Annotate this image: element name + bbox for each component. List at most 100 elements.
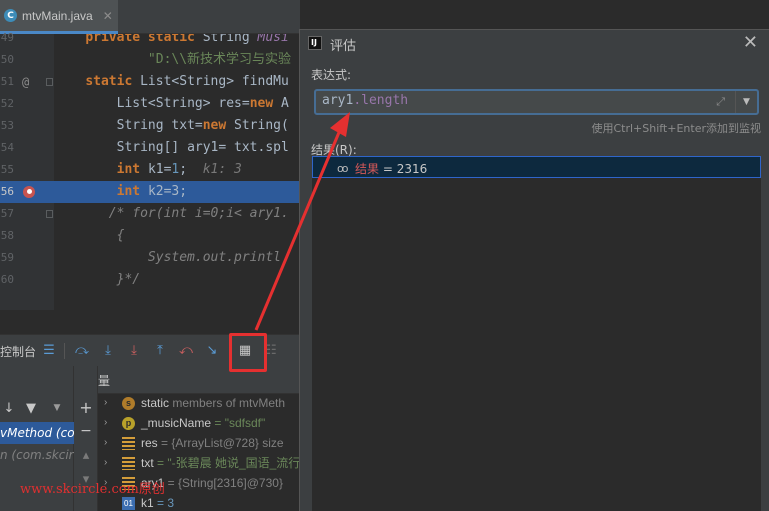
- fold-marker-icon[interactable]: [46, 78, 53, 86]
- line-number[interactable]: 57: [0, 203, 54, 225]
- code-line[interactable]: String txt=new String(: [54, 115, 300, 137]
- code-token: k1: 3: [202, 162, 242, 177]
- code-token: {: [116, 228, 125, 243]
- line-number-text: 54: [0, 141, 14, 154]
- code-line[interactable]: /* for(int i=0;i< ary1.: [54, 203, 300, 225]
- code-line[interactable]: int k1=1; k1: 3: [54, 159, 300, 181]
- chevron-down-icon[interactable]: ▼: [48, 399, 66, 417]
- code-line[interactable]: "D:\\新技术学习与实验: [54, 49, 300, 71]
- code-token: A: [281, 96, 289, 111]
- code-line[interactable]: List<String> res=new A: [54, 93, 300, 115]
- expand-chevron-icon[interactable]: ›: [104, 453, 107, 473]
- variable-name: txt: [141, 456, 154, 470]
- history-dropdown-button[interactable]: ▼: [735, 91, 757, 113]
- code-editor[interactable]: }*/ System.out.printl { /* for(int i=0;i…: [54, 34, 300, 310]
- run-to-cursor-icon[interactable]: ↘: [203, 341, 221, 359]
- line-number[interactable]: 52: [0, 93, 54, 115]
- line-number-text: 59: [0, 251, 14, 264]
- variable-value: = "-张碧晨 她说_国语_流行: [153, 456, 300, 470]
- step-out-icon[interactable]: ⤒: [151, 341, 169, 359]
- force-step-into-icon[interactable]: ⤓: [125, 341, 143, 359]
- line-number-text: 56: [0, 185, 14, 198]
- line-number-text: 60: [0, 273, 14, 286]
- result-tree: oo 结果 = 2316: [312, 156, 761, 511]
- show-execution-point-icon[interactable]: ☰: [40, 341, 58, 359]
- tab-close-icon[interactable]: ✕: [103, 9, 113, 23]
- variable-row[interactable]: › s static members of mtvMeth: [98, 393, 300, 413]
- line-number[interactable]: 51 @: [0, 71, 54, 93]
- line-number[interactable]: 50: [0, 49, 54, 71]
- field-variable-icon: [122, 437, 135, 450]
- result-row[interactable]: oo 结果 = 2316: [312, 156, 761, 178]
- breakpoint-icon[interactable]: [23, 186, 35, 198]
- dialog-titlebar[interactable]: IJ 评估 ✕: [300, 30, 769, 58]
- step-over-icon[interactable]: ⤼: [73, 341, 91, 359]
- override-annotation-icon[interactable]: @: [22, 71, 29, 93]
- editor-gutter[interactable]: 49 50 51 @52 53 54 55 56 57 58 59 60: [0, 31, 54, 310]
- drop-frame-icon[interactable]: ⤺: [177, 341, 195, 359]
- expression-text[interactable]: ary1.length: [322, 93, 408, 108]
- code-line[interactable]: }*/: [54, 269, 300, 291]
- variable-value: = {ArrayList@728} size: [157, 436, 284, 450]
- line-number[interactable]: 56: [0, 181, 54, 203]
- variable-value: = 3: [153, 496, 175, 510]
- static-variable-icon: s: [122, 397, 135, 410]
- param-variable-icon: p: [122, 417, 135, 430]
- variable-row[interactable]: › txt = "-张碧晨 她说_国语_流行: [98, 453, 300, 473]
- expand-chevron-icon[interactable]: ›: [104, 393, 107, 413]
- line-number-text: 58: [0, 229, 14, 242]
- close-icon[interactable]: ✕: [743, 32, 758, 53]
- result-name: 结果: [355, 162, 380, 176]
- fold-marker-icon[interactable]: [46, 210, 53, 218]
- code-token: int: [116, 184, 148, 199]
- line-number[interactable]: 58: [0, 225, 54, 247]
- line-number[interactable]: 55: [0, 159, 54, 181]
- variable-name: static: [141, 396, 170, 410]
- console-tab[interactable]: 控制台: [0, 343, 36, 360]
- line-number[interactable]: 59: [0, 247, 54, 269]
- line-number[interactable]: 53: [0, 115, 54, 137]
- variable-row[interactable]: › p _musicName = "sdfsdf": [98, 413, 300, 433]
- code-line[interactable]: private static String Musi: [54, 34, 300, 49]
- down-arrow-icon[interactable]: ↓: [0, 399, 18, 417]
- code-line[interactable]: String[] ary1= txt.spl: [54, 137, 300, 159]
- variable-value: = "sdfsdf": [211, 416, 266, 430]
- expand-chevron-icon[interactable]: ›: [104, 413, 107, 433]
- code-token: List<String> findMu: [140, 74, 289, 89]
- code-token: static: [85, 74, 141, 89]
- step-into-icon[interactable]: ⤓: [99, 341, 117, 359]
- code-line[interactable]: int k2=3;: [54, 181, 300, 203]
- filter-icon[interactable]: ▼: [22, 399, 40, 417]
- remove-watch-icon[interactable]: −: [77, 422, 95, 440]
- frame-item-1[interactable]: n (com.skcir: [0, 444, 74, 466]
- move-up-icon[interactable]: ▴: [77, 446, 95, 464]
- line-number-text: 49: [0, 31, 14, 44]
- code-token: ;: [179, 162, 203, 177]
- variable-row[interactable]: › res = {ArrayList@728} size: [98, 433, 300, 453]
- code-token: String[] ary1= txt.spl: [116, 140, 289, 155]
- variables-title: 变量: [98, 374, 111, 388]
- expression-input[interactable]: ary1.length ⤢ ▼: [314, 89, 759, 115]
- add-watch-icon[interactable]: +: [77, 398, 95, 417]
- line-number[interactable]: 54: [0, 137, 54, 159]
- code-token: String(: [234, 118, 289, 133]
- expand-editor-icon[interactable]: ⤢: [716, 95, 725, 109]
- line-number[interactable]: 60: [0, 269, 54, 291]
- code-token: List<String> res=: [116, 96, 250, 111]
- code-token: String txt=: [116, 118, 203, 133]
- code-token: Musi: [257, 34, 289, 45]
- variable-text: res = {ArrayList@728} size: [141, 433, 284, 453]
- frame-item-0[interactable]: vMethod (co: [0, 422, 74, 444]
- expand-chevron-icon[interactable]: ›: [104, 433, 107, 453]
- code-line[interactable]: {: [54, 225, 300, 247]
- code-line[interactable]: System.out.printl: [54, 247, 300, 269]
- line-number[interactable]: 49: [0, 27, 54, 49]
- line-number-text: 53: [0, 119, 14, 132]
- code-line[interactable]: static List<String> findMu: [54, 71, 300, 93]
